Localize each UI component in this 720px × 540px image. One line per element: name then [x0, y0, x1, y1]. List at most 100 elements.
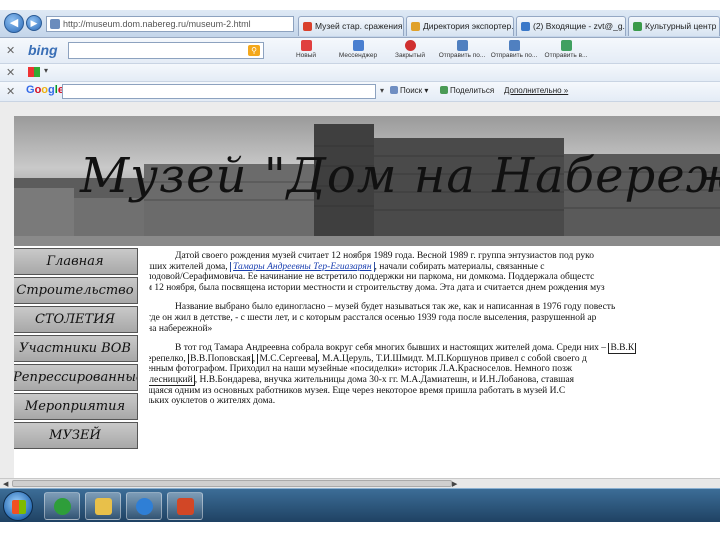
google-toolbar: ✕ Google ▾ Поиск ▾ Поделиться Дополнител… — [0, 82, 720, 102]
text-line: доме, где он жил в детстве, - с шести ле… — [149, 312, 597, 323]
close-toolbar-icon[interactable]: ✕ — [6, 44, 15, 57]
bing-logo: bing — [28, 42, 58, 58]
sidebar-item-home[interactable]: Главная — [14, 248, 138, 275]
language-flag-icon[interactable] — [28, 67, 40, 77]
powerpoint-icon — [177, 498, 194, 515]
text-span: старейших жителей дома, — [149, 261, 228, 272]
close-toolbar-icon[interactable]: ✕ — [6, 66, 15, 79]
bing-button-private[interactable]: Закрытый — [386, 40, 434, 62]
bing-button-messenger[interactable]: Мессенджер — [334, 40, 382, 62]
bing-search-input[interactable]: ⚲ — [68, 42, 264, 59]
text-span: , М.А.Церуль, Т.И.Шмидт. М.П.Коршунов пр… — [317, 353, 587, 364]
name-highlight: В.В.Поповская — [188, 353, 253, 365]
tab-3-label: (2) Входящие - zvt@_g... — [533, 21, 626, 31]
text-line: нескольких оуклетов о жителях дома. — [149, 396, 276, 407]
name-highlight: В.В.К — [608, 343, 637, 354]
mail-icon — [456, 40, 468, 51]
text-line: Датой своего рождения музей считает 12 н… — [175, 251, 594, 261]
bing-button-send-2[interactable]: Отправить по... — [490, 40, 538, 62]
taskbar-app-internet-explorer[interactable] — [126, 492, 162, 520]
extra-toolbar: ✕ ▾ — [0, 64, 720, 82]
scroll-right-icon[interactable]: ▶ — [452, 480, 457, 488]
tab-4[interactable]: Культурный центр — [628, 16, 720, 36]
bing-button-send-3[interactable]: Отправить в... — [542, 40, 590, 62]
windows-logo-icon — [12, 500, 26, 514]
bing-button-send-1-label: Отправить по... — [438, 52, 486, 59]
sidebar-item-ww2-veterans[interactable]: Участники ВОВ — [14, 335, 138, 362]
tab-1-icon — [303, 22, 312, 31]
sidebar-item-construction[interactable]: Строительство — [14, 277, 138, 304]
folder-icon — [95, 498, 112, 515]
text-span: Е.И.Перепелко, — [149, 353, 186, 364]
share-icon — [440, 86, 448, 94]
paragraph-name: Название выбрано было единогласно – музе… — [149, 302, 720, 334]
scrollbar-thumb[interactable] — [12, 480, 452, 487]
text-line: Название выбрано было единогласно – музе… — [175, 302, 616, 313]
page-viewport: Музей "Дом на Набереж Главная Строительс… — [0, 102, 720, 488]
sidebar-item-events[interactable]: Мероприятия — [14, 393, 138, 420]
founder-link[interactable]: Тамары Андреевны Тер-Егиазарян — [230, 261, 375, 273]
google-more-link[interactable]: Дополнительно » — [504, 86, 568, 95]
taskbar-app-powerpoint[interactable] — [167, 492, 203, 520]
browser-tab-strip: ◀ ▶ http://museum.dom.nabereg.ru/museum-… — [0, 10, 720, 38]
text-line: являющаяся одним из основных работников … — [149, 385, 566, 396]
google-share-button[interactable]: Поделиться — [440, 86, 494, 95]
text-span: В тот год Тамара Андреевна собрала вокру… — [175, 343, 607, 354]
tab-2[interactable]: Директория экспортер... — [406, 16, 514, 36]
back-button[interactable]: ◀ — [4, 13, 24, 33]
tab-3-icon — [521, 22, 530, 31]
horizontal-scrollbar[interactable]: ◀ ▶ — [0, 478, 720, 488]
tab-2-label: Директория экспортер... — [423, 21, 514, 31]
taskbar-app-explorer[interactable] — [85, 492, 121, 520]
start-button[interactable] — [3, 491, 33, 521]
tab-3[interactable]: (2) Входящие - zvt@_g... — [516, 16, 626, 36]
banner-title: Музей "Дом на Набереж — [80, 148, 720, 204]
bing-button-new[interactable]: Новый — [282, 40, 330, 62]
tab-4-label: Культурный центр — [645, 21, 717, 31]
messenger-icon — [352, 40, 364, 51]
address-text: http://museum.dom.nabereg.ru/museum-2.ht… — [63, 19, 251, 29]
sidebar-item-museum[interactable]: МУЗЕЙ — [14, 422, 138, 449]
new-icon — [300, 40, 312, 51]
google-dropdown-chevron-icon[interactable]: ▾ — [380, 86, 384, 95]
forward-button[interactable]: ▶ — [26, 15, 42, 31]
block-icon — [404, 40, 416, 51]
tab-2-icon — [411, 22, 420, 31]
screen: ◀ ▶ http://museum.dom.nabereg.ru/museum-… — [0, 0, 720, 540]
tab-1[interactable]: Музей стар. сражения... — [298, 16, 404, 36]
name-highlight: М.С.Сергеева — [257, 353, 318, 365]
text-line: Е.И.Перепелко, В.В.Поповская, М.С.Сергее… — [149, 353, 720, 365]
scroll-left-icon[interactable]: ◀ — [3, 480, 8, 488]
chevron-down-icon[interactable]: ▾ — [44, 66, 48, 75]
article-text: Датой своего рождения музей считает 12 н… — [149, 251, 720, 416]
bing-button-messenger-label: Мессенджер — [338, 52, 378, 59]
text-line: В тот год Тамара Андреевна собрала вокру… — [149, 343, 720, 354]
sidebar-item-repressed[interactable]: Репрессированные — [14, 364, 138, 391]
bing-button-send-3-label: Отправить в... — [544, 52, 588, 59]
text-line: музеем 12 ноября, была посвящена истории… — [149, 282, 605, 293]
search-icon[interactable]: ⚲ — [248, 45, 260, 56]
internet-explorer-icon — [136, 498, 153, 515]
address-bar[interactable]: http://museum.dom.nabereg.ru/museum-2.ht… — [46, 16, 294, 32]
sidebar-item-centuries[interactable]: СТОЛЕТИЯ — [14, 306, 138, 333]
close-toolbar-icon[interactable]: ✕ — [6, 85, 15, 98]
text-span: , — [252, 353, 256, 364]
text-line: бессменным фотографом. Приходил на наши … — [149, 364, 573, 375]
paragraph-people: В тот год Тамара Андреевна собрала вокру… — [149, 343, 720, 407]
text-span: , начали собирать материалы, связанные с — [374, 261, 545, 272]
bing-button-send-2-label: Отправить по... — [490, 52, 538, 59]
tab-1-label: Музей стар. сражения... — [315, 21, 404, 31]
taskbar-app-utorrent[interactable] — [44, 492, 80, 520]
bing-toolbar: ✕ bing ⚲ Новый Мессенджер Закрытый Отпра… — [0, 38, 720, 64]
search-icon — [390, 86, 398, 94]
windows-taskbar — [0, 488, 720, 522]
text-line: Всеволодовой/Серафимовича. Ее начинание … — [149, 272, 595, 283]
bing-button-private-label: Закрытый — [395, 52, 425, 59]
page-favicon-icon — [50, 19, 60, 29]
bing-button-send-1[interactable]: Отправить по... — [438, 40, 486, 62]
text-line: старейших жителей дома, Тамары Андреевны… — [149, 261, 720, 273]
bottom-margin — [0, 522, 720, 540]
google-search-button[interactable]: Поиск ▾ — [390, 86, 428, 95]
name-highlight: В.В.Плесницкий — [149, 374, 195, 386]
google-search-input[interactable] — [62, 84, 376, 99]
